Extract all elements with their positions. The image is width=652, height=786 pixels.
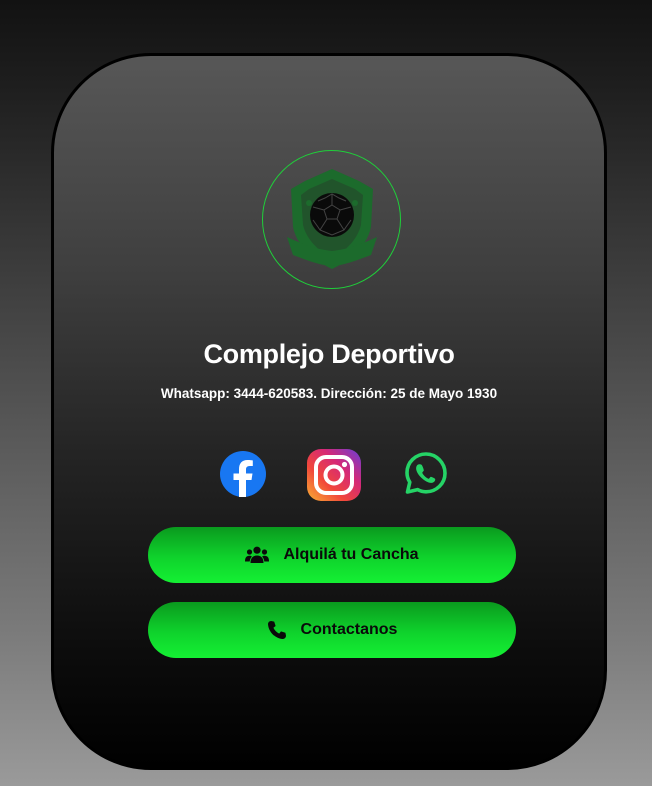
page-title: Complejo Deportivo: [203, 339, 455, 369]
whatsapp-icon: [405, 452, 447, 494]
contact-info: Whatsapp: 3444-620583. Dirección: 25 de …: [160, 386, 498, 401]
rent-court-button[interactable]: Alquilá tu Cancha: [148, 527, 516, 583]
instagram-icon: [307, 449, 361, 501]
whatsapp-link[interactable]: [404, 451, 448, 500]
profile-card: Complejo Deportivo Whatsapp: 3444-620583…: [51, 53, 607, 770]
rent-court-label: Alquilá tu Cancha: [283, 546, 419, 563]
instagram-link[interactable]: [306, 448, 362, 507]
logo: [262, 150, 401, 289]
facebook-icon: [220, 451, 266, 497]
contact-label: Contactanos: [300, 621, 398, 638]
phone-icon: [267, 620, 287, 640]
social-links: [54, 446, 604, 506]
facebook-link[interactable]: [219, 450, 267, 503]
users-icon: [245, 546, 270, 564]
soccer-shield-icon: [287, 169, 377, 269]
contact-button[interactable]: Contactanos: [148, 602, 516, 658]
